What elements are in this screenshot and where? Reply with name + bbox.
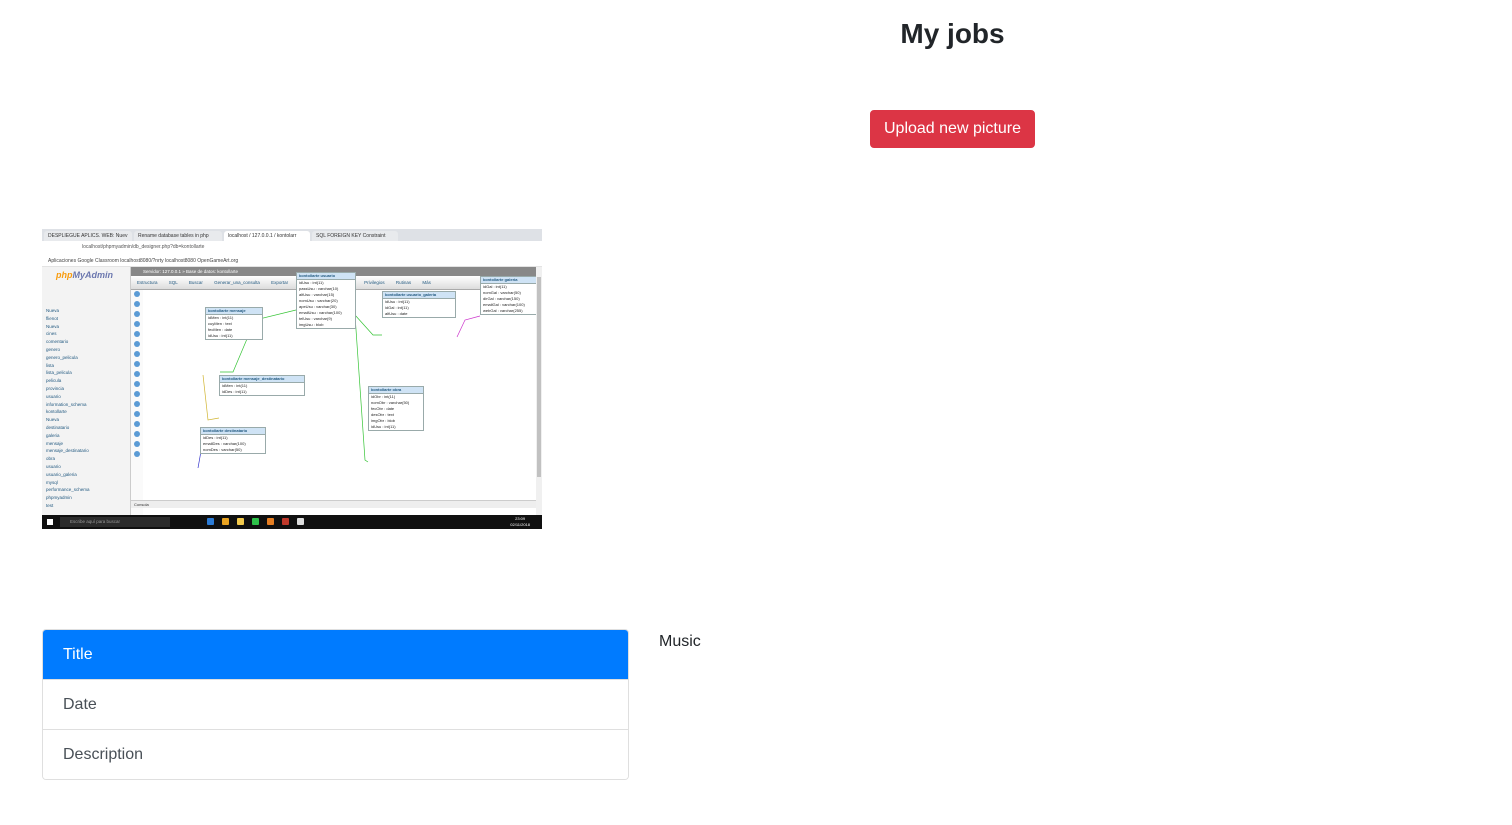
thumb-clock: 23:09 02/11/2018 — [510, 516, 530, 527]
photos-icon — [297, 518, 304, 525]
thumb-tab: SQL FOREIGN KEY Constraint — [312, 231, 398, 241]
thumb-scrollbar — [536, 267, 542, 515]
windows-icon — [47, 519, 53, 525]
job-category-text: Music — [659, 633, 701, 650]
thumb-pma-logo: phpMyAdmin — [56, 270, 113, 280]
job-details-list: Title Date Description — [42, 629, 629, 780]
app-icon — [267, 518, 274, 525]
whatsapp-icon — [252, 518, 259, 525]
thumb-address-bar: localhost/phpmyadmin/db_designer.php?db=… — [42, 241, 542, 256]
app-icon — [282, 518, 289, 525]
thumb-pma-sidebar: phpMyAdmin Nueva flienot Nueva cines comenta… — [42, 267, 131, 515]
thumb-table-mensaje-destinatario: kontollarte mensaje_destinatario idMen :… — [219, 375, 305, 396]
job-picture-thumbnail[interactable]: DESPLIEGUE APLICS. WEB: Nuev Rename data… — [42, 229, 542, 529]
thumb-console: Consola — [131, 500, 536, 508]
thumb-url: localhost/phpmyadmin/db_designer.php?db=… — [82, 244, 205, 250]
thumb-table-obra: kontollarte obra idObr : int(11) nomObr :… — [368, 386, 424, 431]
list-item-description[interactable]: Description — [43, 729, 628, 779]
edge-icon — [207, 518, 214, 525]
thumb-db-tree: Nueva flienot Nueva cines comentario genero ge… — [46, 308, 90, 508]
thumb-tab: Rename database tables in php — [134, 231, 222, 241]
thumb-table-galeria: kontollarte galeria idGal : int(11) nomGa… — [480, 276, 538, 315]
thumb-taskbar: Escribe aquí para buscar 23:09 02/11/2018 — [42, 515, 542, 529]
list-item-date[interactable]: Date — [43, 679, 628, 729]
folder-icon — [237, 518, 244, 525]
thumb-taskbar-search: Escribe aquí para buscar — [60, 517, 170, 527]
thumb-tab: localhost / 127.0.0.1 / kontolarr — [224, 231, 310, 241]
thumb-browser-tabbar: DESPLIEGUE APLICS. WEB: Nuev Rename data… — [42, 229, 542, 241]
upload-new-picture-button[interactable]: Upload new picture — [870, 110, 1035, 148]
list-item-title[interactable]: Title — [43, 630, 628, 679]
thumb-designer-canvas: kontollarte mensaje idMen : int(11) cuyMe… — [143, 272, 538, 515]
page-title: My jobs — [900, 18, 1005, 49]
thumb-table-destinatario: kontollarte destinatario idDes : int(11)… — [200, 427, 266, 454]
thumb-table-mensaje: kontollarte mensaje idMen : int(11) cuyMe… — [205, 307, 263, 340]
thumb-table-usuario-galeria: kontollarte usuario_galeria idUsu : int(… — [382, 291, 456, 318]
thumb-bookmarks-bar: Aplicaciones Google Classroom localhost8… — [42, 255, 542, 267]
chrome-icon — [222, 518, 229, 525]
thumb-tab: DESPLIEGUE APLICS. WEB: Nuev — [44, 231, 132, 241]
thumb-table-usuario: kontollarte usuario idUsu : int(11) passU… — [296, 272, 356, 329]
